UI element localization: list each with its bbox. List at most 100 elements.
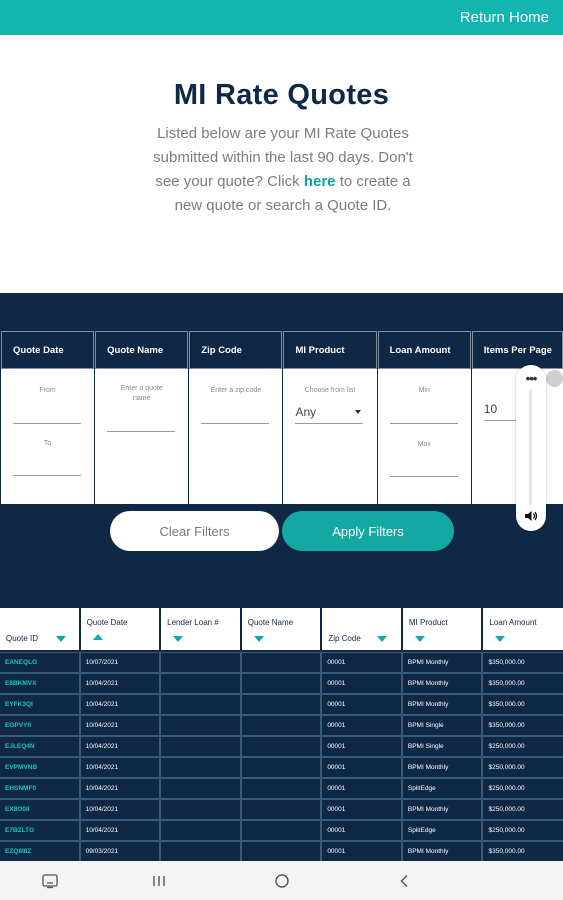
table-cell [240, 757, 322, 778]
max-label: Max [417, 441, 431, 448]
table-cell: $250,000.00 [482, 820, 563, 841]
filter-grid: Quote Date From To Quote Name Enter a qu… [1, 331, 563, 504]
apply-filters-button[interactable]: Apply Filters [282, 511, 454, 551]
table-cell: $350,000.00 [482, 841, 563, 862]
table-header: Quote ID Quote Date Lender Loan # Quote … [0, 608, 563, 650]
filter-body: Enter a zip code [189, 369, 283, 504]
table-cell [160, 715, 241, 736]
quote-id-link[interactable]: EZQ8I8Z [0, 841, 80, 862]
top-bar: Return Home [0, 0, 563, 35]
table-row[interactable]: EJLEQ4N 10/04/2021 00001 BPMI Single $250,00… [0, 736, 563, 757]
create-quote-link[interactable]: here [304, 173, 336, 190]
table-cell [160, 673, 241, 694]
mi-product-hint: Choose from list [304, 387, 356, 394]
quote-id-link[interactable]: EHSNMF0 [0, 778, 80, 799]
quote-id-link[interactable]: EGPVYII [0, 715, 80, 736]
table-cell: BPMI Monthly [401, 799, 483, 820]
column-header-quote-date[interactable]: Quote Date [80, 608, 160, 650]
speaker-icon[interactable] [524, 509, 538, 523]
table-row[interactable]: EVPMVNB 10/04/2021 00001 BPMI Monthly $250,0… [0, 757, 563, 778]
filter-quote-name: Quote Name Enter a quote name [95, 331, 189, 504]
filter-header: MI Product [283, 331, 377, 369]
table-cell [160, 820, 241, 841]
table-cell: $350,000.00 [482, 673, 563, 694]
clear-filters-button[interactable]: Clear Filters [110, 511, 279, 551]
home-icon[interactable] [273, 872, 291, 890]
sort-down-icon[interactable] [495, 636, 506, 642]
quote-id-link[interactable]: E7BZLTG [0, 820, 80, 841]
quote-name-input[interactable] [107, 431, 176, 432]
table-cell: 00001 [321, 841, 402, 862]
table-row[interactable]: EGPVYII 10/04/2021 00001 BPMI Single $350,00… [0, 715, 563, 736]
table-cell: $350,000.00 [482, 715, 563, 736]
table-cell: 10/04/2021 [79, 694, 161, 715]
volume-panel[interactable]: ••• [516, 365, 546, 531]
recent-apps-icon[interactable] [150, 872, 168, 890]
table-row[interactable]: EX8O0II 10/04/2021 00001 BPMI Monthly $250,0… [0, 799, 563, 820]
quote-id-link[interactable]: EX8O0II [0, 799, 80, 820]
table-cell: $250,000.00 [482, 736, 563, 757]
table-cell [160, 778, 241, 799]
dropdown-caret-icon [355, 410, 362, 414]
table-cell: $350,000.00 [482, 694, 563, 715]
table-row[interactable]: EHSNMF0 10/04/2021 00001 SplitEdge $250,000.… [0, 778, 563, 799]
sort-up-icon[interactable] [92, 634, 103, 640]
sort-down-icon[interactable] [173, 636, 184, 642]
mi-product-select[interactable]: Any [295, 405, 363, 422]
column-header-lender-loan[interactable]: Lender Loan # [161, 608, 240, 650]
column-header-loan-amount[interactable]: Loan Amount [483, 608, 563, 650]
table-cell: 10/04/2021 [79, 778, 161, 799]
quote-date-from-input[interactable] [13, 423, 81, 424]
sort-down-icon[interactable] [414, 636, 425, 642]
quote-id-link[interactable]: EJLEQ4N [0, 736, 80, 757]
filter-body: Min Max [377, 369, 471, 504]
loan-amount-min-input[interactable] [389, 423, 458, 424]
column-label: Loan Amount [489, 618, 537, 627]
table-row[interactable]: E7BZLTG 10/04/2021 00001 SplitEdge $250,000.… [0, 820, 563, 841]
table-cell: BPMI Monthly [401, 652, 483, 673]
table-row[interactable]: E8BKMVX 10/04/2021 00001 BPMI Monthly $350,0… [0, 673, 563, 694]
column-label: Quote ID [6, 634, 39, 643]
table-cell: 00001 [321, 820, 402, 841]
table-cell: BPMI Monthly [401, 757, 483, 778]
column-label: Quote Date [86, 618, 128, 627]
results-table: Quote ID Quote Date Lender Loan # Quote … [0, 604, 563, 862]
table-cell [240, 799, 322, 820]
table-row[interactable]: EANEQLG 10/07/2021 00001 BPMI Monthly $350,0… [0, 652, 563, 673]
quote-id-link[interactable]: EANEQLG [0, 652, 80, 673]
filter-loan-amount: Loan Amount Min Max [377, 331, 471, 504]
table-cell: 10/04/2021 [79, 715, 161, 736]
column-header-zip-code[interactable]: Zip Code [322, 608, 401, 650]
sort-down-icon[interactable] [56, 636, 66, 642]
table-cell: $250,000.00 [482, 799, 563, 820]
column-header-quote-name[interactable]: Quote Name [241, 608, 321, 650]
table-cell: 00001 [321, 652, 402, 673]
table-row[interactable]: EYFK3QI 10/04/2021 00001 BPMI Monthly $350,0… [0, 694, 563, 715]
column-header-quote-id[interactable]: Quote ID [0, 608, 79, 650]
quote-id-link[interactable]: EYFK3QI [0, 694, 80, 715]
page: Return Home MI Rate Quotes Listed below … [0, 0, 563, 900]
quote-id-link[interactable]: EVPMVNB [0, 757, 80, 778]
sort-down-icon[interactable] [377, 636, 388, 642]
column-label: MI Product [408, 618, 448, 627]
table-cell: 00001 [321, 757, 402, 778]
loan-amount-max-input[interactable] [389, 476, 458, 477]
table-row[interactable]: EZQ8I8Z 09/03/2021 00001 BPMI Monthly $350,0… [0, 841, 563, 862]
filter-header: Items Per Page [471, 331, 563, 369]
more-options-icon[interactable]: ••• [516, 371, 546, 386]
table-cell: 10/07/2021 [79, 652, 161, 673]
keyboard-icon[interactable] [41, 872, 59, 890]
settings-gear-icon[interactable] [546, 370, 563, 387]
hero-section: MI Rate Quotes Listed below are your MI … [0, 35, 563, 293]
back-icon[interactable] [396, 872, 414, 890]
volume-slider[interactable] [529, 389, 532, 505]
zip-code-input[interactable] [201, 423, 270, 424]
quote-id-link[interactable]: E8BKMVX [0, 673, 80, 694]
quote-date-to-input[interactable] [13, 475, 81, 476]
column-header-mi-product[interactable]: MI Product [402, 608, 482, 650]
filter-body: From To [1, 369, 95, 504]
return-home-link[interactable]: Return Home [460, 9, 549, 26]
sort-down-icon[interactable] [253, 636, 264, 642]
table-cell: $250,000.00 [482, 778, 563, 799]
filter-header: Quote Date [1, 331, 95, 369]
